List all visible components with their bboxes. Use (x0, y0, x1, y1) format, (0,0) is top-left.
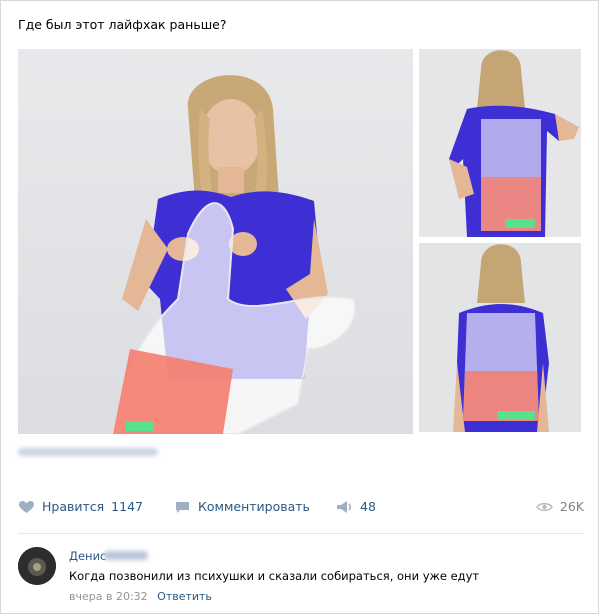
comment-button[interactable]: Комментировать (174, 499, 310, 514)
comment-text: Когда позвонили из психушки и сказали со… (69, 569, 480, 583)
comment-time[interactable]: вчера в 20:32 (69, 590, 148, 603)
post-photo-top-right[interactable] (419, 49, 581, 237)
woman-back-image (449, 50, 579, 237)
post-text: Где был этот лайфхак раньше? (18, 17, 227, 32)
post-photo-main[interactable] (18, 49, 413, 434)
views-count: 26K (559, 499, 584, 514)
woman-back-bag-image (453, 244, 549, 432)
blurred-source-link (18, 446, 158, 458)
comment-label: Комментировать (198, 499, 310, 514)
avatar[interactable] (18, 547, 56, 585)
like-label: Нравится (42, 499, 105, 514)
woman-with-bag-image (111, 75, 357, 434)
like-button[interactable]: Нравится 1147 (18, 499, 143, 514)
blurred-surname (104, 551, 148, 560)
post-actions-bar: Нравится 1147 Комментировать 48 26K (18, 499, 584, 519)
divider (18, 533, 584, 534)
views-counter: 26K (536, 499, 584, 514)
comment-icon (176, 501, 189, 513)
reply-button[interactable]: Ответить (157, 590, 212, 603)
share-icon (337, 500, 351, 513)
post-photo-bottom-right[interactable] (419, 243, 581, 432)
share-count: 48 (360, 499, 376, 514)
share-button[interactable]: 48 (336, 499, 376, 514)
like-count: 1147 (111, 499, 143, 514)
heart-icon (19, 500, 34, 513)
eye-icon (536, 502, 553, 511)
avatar-image (18, 547, 56, 585)
comment-author[interactable]: Денис (69, 549, 106, 563)
post-card: Где был этот лайфхак раньше? Нравится 11… (0, 0, 599, 614)
comment-meta: вчера в 20:32 Ответить (69, 590, 212, 603)
